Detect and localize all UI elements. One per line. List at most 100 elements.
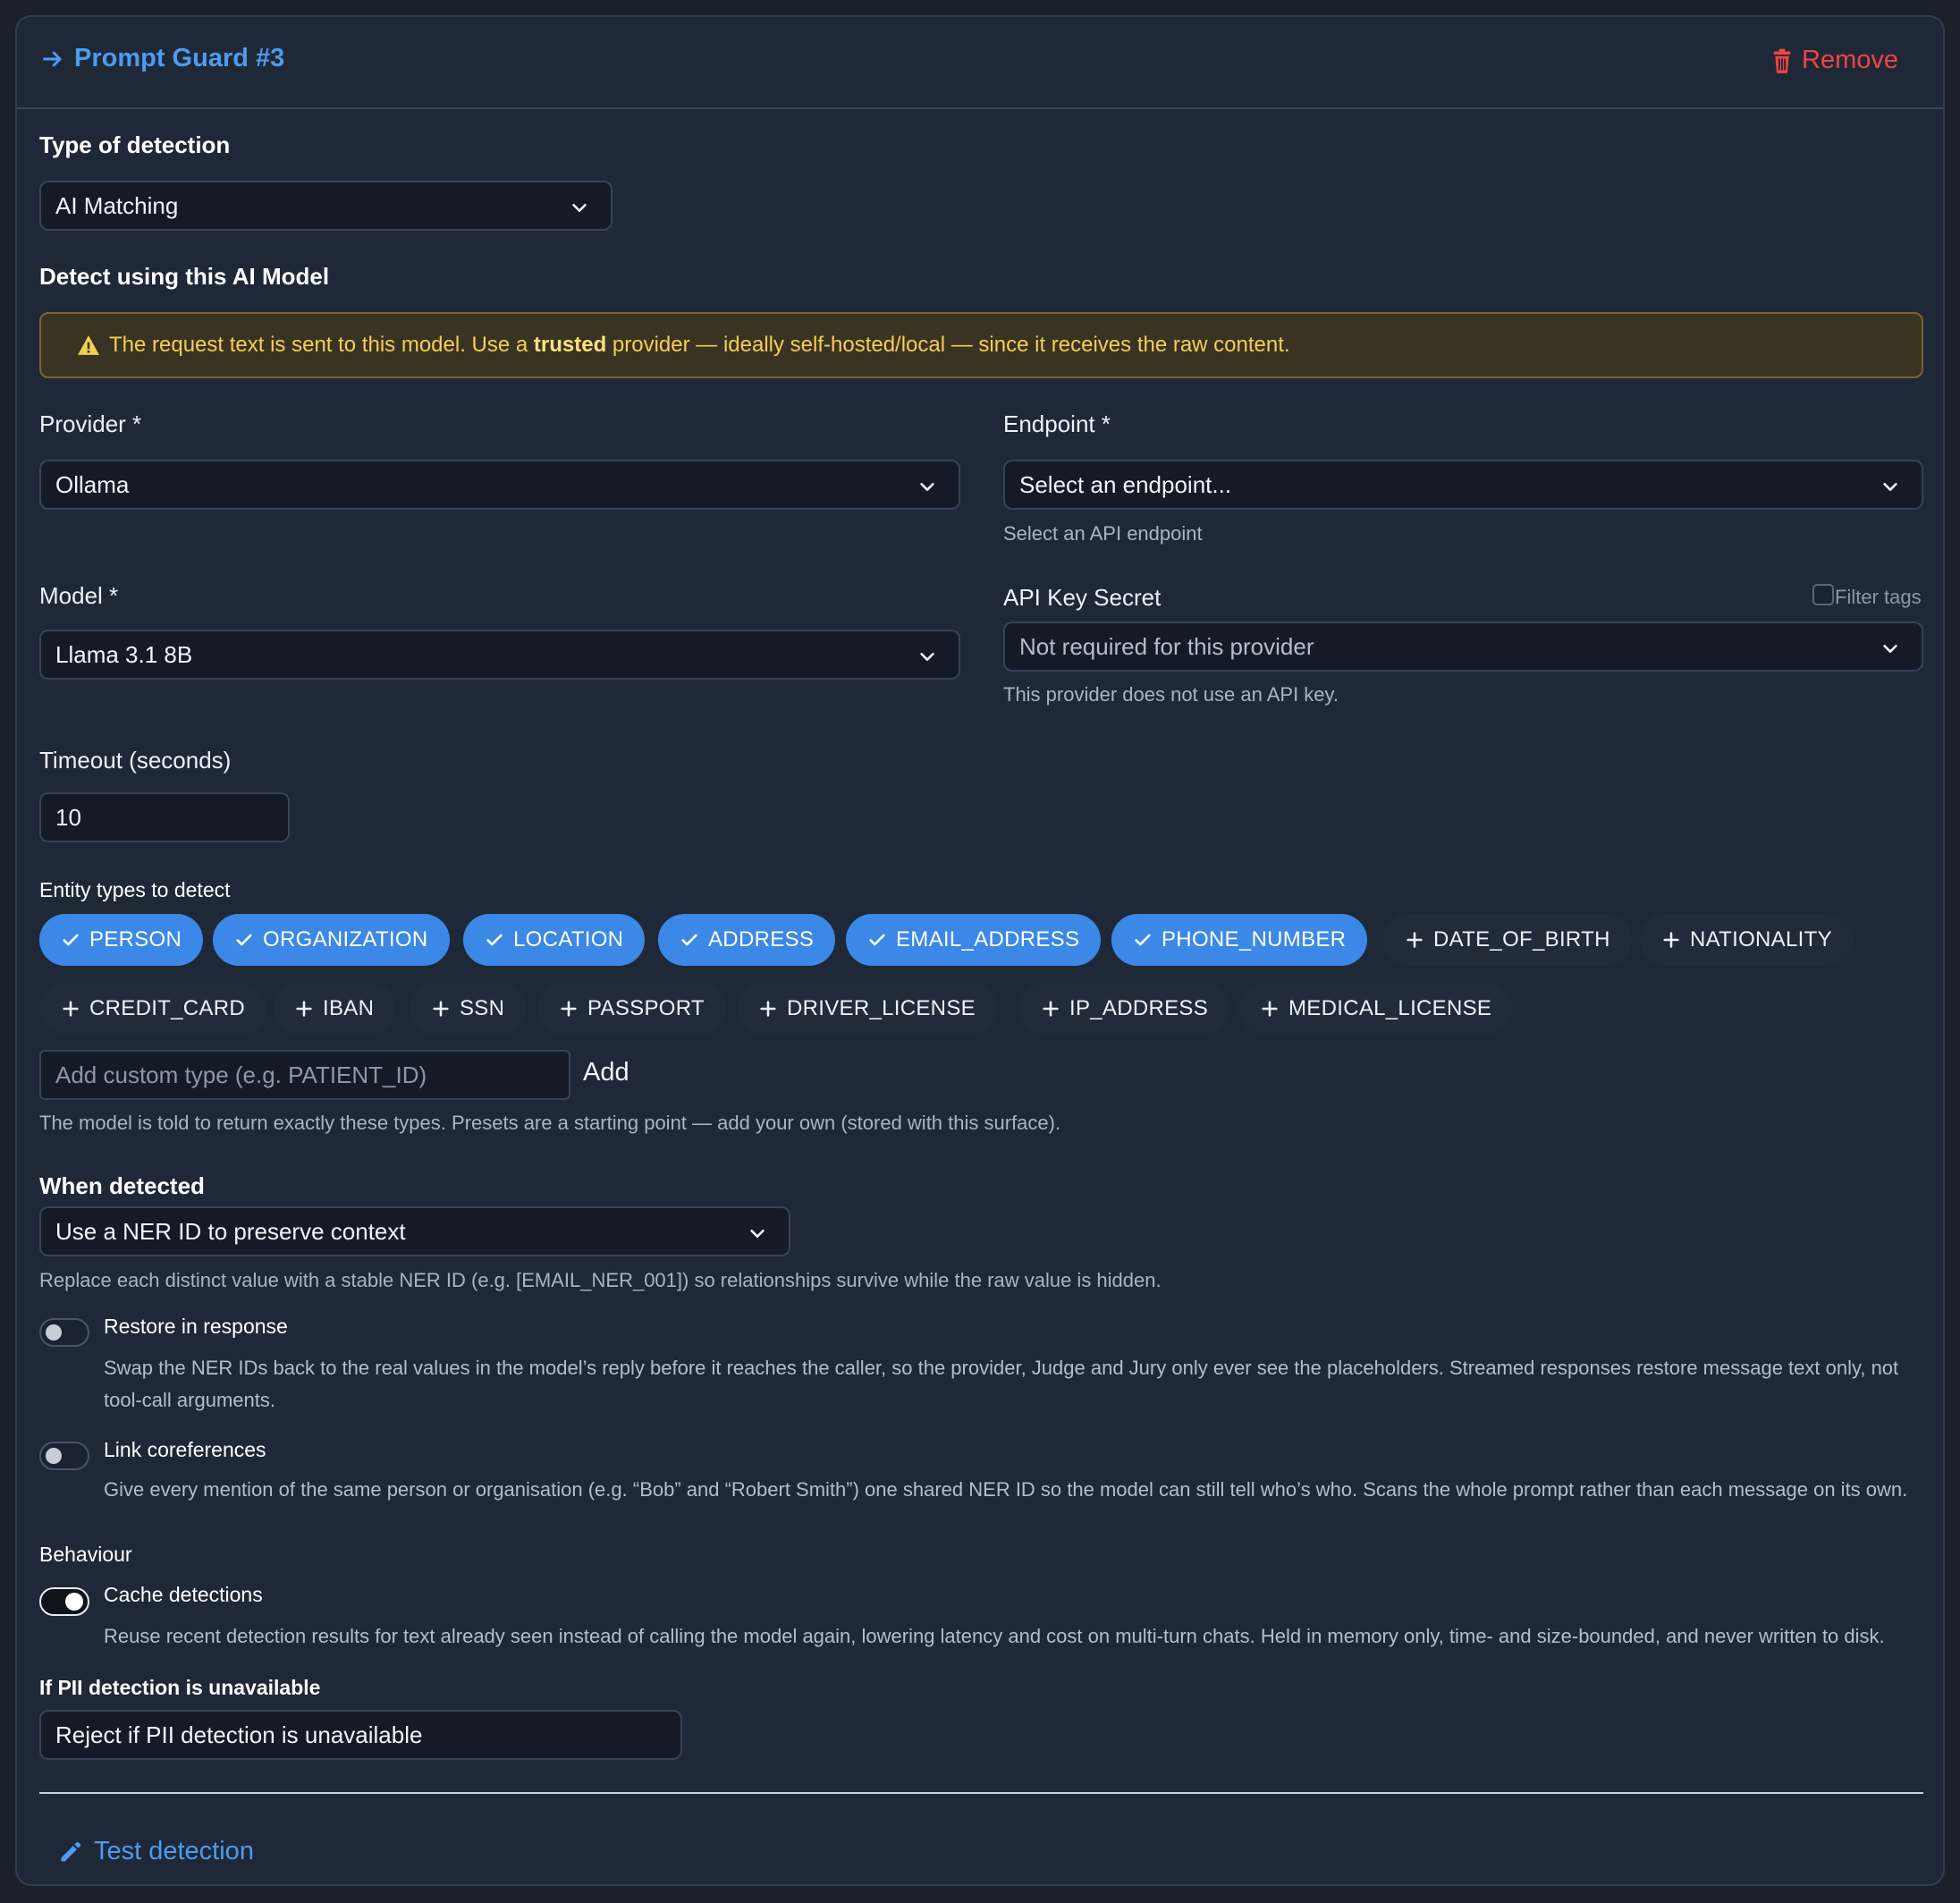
- filter-tags-checkbox[interactable]: [1812, 584, 1834, 605]
- provider-select[interactable]: Ollama: [39, 460, 960, 510]
- timeout-label: Timeout (seconds): [39, 747, 232, 774]
- entity-chip-available[interactable]: SSN: [410, 983, 527, 1035]
- trash-icon: [1773, 48, 1791, 73]
- chevron-down-icon: [750, 1229, 765, 1238]
- entity-chip-selected[interactable]: ORGANIZATION: [213, 914, 450, 966]
- test-detection-label: Test detection: [94, 1837, 254, 1865]
- endpoint-label: Endpoint *: [1003, 410, 1111, 437]
- entity-chip-selected[interactable]: PERSON: [39, 914, 204, 966]
- entities-label: Entity types to detect: [39, 878, 231, 901]
- detection-type-label: Type of detection: [39, 131, 231, 158]
- restore-label: Restore in response: [104, 1315, 288, 1338]
- plus-icon: [1043, 1001, 1059, 1017]
- endpoint-select[interactable]: Select an endpoint...: [1003, 460, 1923, 510]
- entity-chip-available[interactable]: NATIONALITY: [1640, 914, 1854, 966]
- restore-desc-line1: Swap the NER IDs back to the real values…: [104, 1357, 1899, 1379]
- plus-icon: [760, 1001, 776, 1017]
- entity-chip-label: ADDRESS: [708, 927, 815, 952]
- entity-chip-label: LOCATION: [513, 927, 624, 952]
- entity-chip-label: MEDICAL_LICENSE: [1288, 996, 1492, 1020]
- entity-chip-label: DATE_OF_BIRTH: [1433, 927, 1610, 952]
- restore-desc-line2: tool-call arguments.: [104, 1389, 275, 1411]
- warning-icon: [78, 335, 99, 355]
- plus-icon: [296, 1001, 312, 1017]
- test-detection-button[interactable]: Test detection: [58, 1837, 254, 1866]
- plus-icon: [1663, 932, 1679, 948]
- entity-chip-label: ORGANIZATION: [263, 927, 428, 952]
- unavailable-select[interactable]: Reject if PII detection is unavailable: [39, 1710, 682, 1760]
- entity-chip-label: IP_ADDRESS: [1069, 996, 1209, 1020]
- plus-icon: [1407, 932, 1423, 948]
- restore-toggle[interactable]: [39, 1318, 89, 1347]
- api-key-hint: This provider does not use an API key.: [1003, 683, 1339, 706]
- add-custom-type-button[interactable]: Add: [583, 1058, 629, 1087]
- model-value: Llama 3.1 8B: [55, 640, 193, 668]
- unavailable-value: Reject if PII detection is unavailable: [55, 1721, 423, 1748]
- chevron-down-icon: [920, 652, 934, 661]
- entity-chip-label: EMAIL_ADDRESS: [896, 927, 1080, 952]
- pencil-icon: [61, 1841, 81, 1861]
- detection-type-value: AI Matching: [55, 191, 179, 219]
- card-title[interactable]: Prompt Guard #3: [40, 44, 284, 73]
- filter-tags-label: Filter tags: [1835, 586, 1922, 608]
- entity-chip-selected[interactable]: LOCATION: [463, 914, 646, 966]
- plus-icon: [433, 1001, 449, 1017]
- custom-type-input[interactable]: Add custom type (e.g. PATIENT_ID): [39, 1050, 570, 1100]
- entity-chip-available[interactable]: CREDIT_CARD: [39, 983, 266, 1035]
- coref-toggle[interactable]: [39, 1442, 89, 1470]
- entity-chip-available[interactable]: DATE_OF_BIRTH: [1383, 914, 1632, 966]
- entities-hint: The model is told to return exactly thes…: [39, 1112, 1061, 1134]
- toggle-knob: [65, 1593, 83, 1611]
- when-detected-hint: Replace each distinct value with a stabl…: [39, 1269, 1162, 1291]
- coref-desc: Give every mention of the same person or…: [104, 1478, 1908, 1501]
- unavailable-label: If PII detection is unavailable: [39, 1676, 321, 1699]
- entity-chip-label: PASSPORT: [587, 996, 705, 1020]
- model-select[interactable]: Llama 3.1 8B: [39, 630, 960, 680]
- card-title-text: Prompt Guard #3: [74, 44, 285, 72]
- warning-text: The request text is sent to this model. …: [109, 333, 1290, 357]
- endpoint-placeholder: Select an endpoint...: [1019, 470, 1232, 498]
- entity-chip-available[interactable]: IBAN: [273, 983, 396, 1035]
- entity-chip-label: PHONE_NUMBER: [1162, 927, 1347, 952]
- entity-chip-label: SSN: [460, 996, 505, 1020]
- api-key-select[interactable]: Not required for this provider: [1003, 622, 1923, 672]
- api-key-label: API Key Secret: [1003, 584, 1162, 611]
- when-detected-label: When detected: [39, 1172, 205, 1199]
- plus-icon: [1262, 1001, 1278, 1017]
- plus-icon: [63, 1001, 79, 1017]
- entity-chip-available[interactable]: DRIVER_LICENSE: [737, 983, 997, 1035]
- trusted-provider-warning: The request text is sent to this model. …: [39, 312, 1923, 378]
- entity-chip-selected[interactable]: ADDRESS: [658, 914, 836, 966]
- divider: [39, 1792, 1923, 1794]
- entity-chip-available[interactable]: MEDICAL_LICENSE: [1238, 983, 1514, 1035]
- entity-chip-label: CREDIT_CARD: [89, 996, 245, 1020]
- check-icon: [486, 934, 503, 946]
- when-detected-value: Use a NER ID to preserve context: [55, 1217, 406, 1245]
- endpoint-hint: Select an API endpoint: [1003, 522, 1203, 545]
- check-icon: [681, 934, 697, 946]
- model-label: Model *: [39, 582, 119, 609]
- entity-chip-selected[interactable]: PHONE_NUMBER: [1111, 914, 1368, 966]
- toggle-knob: [46, 1324, 62, 1341]
- entity-chip-available[interactable]: PASSPORT: [537, 983, 726, 1035]
- toggle-knob: [46, 1448, 62, 1464]
- when-detected-select[interactable]: Use a NER ID to preserve context: [39, 1206, 790, 1256]
- entity-chip-selected[interactable]: EMAIL_ADDRESS: [846, 914, 1102, 966]
- entity-chip-label: PERSON: [89, 927, 182, 952]
- cache-toggle[interactable]: [39, 1587, 89, 1616]
- custom-type-placeholder: Add custom type (e.g. PATIENT_ID): [55, 1061, 427, 1088]
- arrow-right-icon: [43, 51, 62, 66]
- remove-button[interactable]: Remove: [1771, 46, 1898, 75]
- provider-value: Ollama: [55, 470, 130, 498]
- entity-chip-label: NATIONALITY: [1690, 927, 1832, 952]
- check-icon: [869, 934, 885, 946]
- prompt-guard-card: Prompt Guard #3 Remove Type of detection…: [15, 15, 1945, 1886]
- timeout-input[interactable]: 10: [39, 792, 290, 842]
- detection-type-select[interactable]: AI Matching: [39, 181, 612, 231]
- check-icon: [1135, 934, 1151, 946]
- remove-label: Remove: [1802, 46, 1898, 74]
- cache-desc: Reuse recent detection results for text …: [104, 1625, 1885, 1647]
- chevron-down-icon: [1883, 644, 1897, 653]
- plus-icon: [561, 1001, 577, 1017]
- entity-chip-available[interactable]: IP_ADDRESS: [1019, 983, 1230, 1035]
